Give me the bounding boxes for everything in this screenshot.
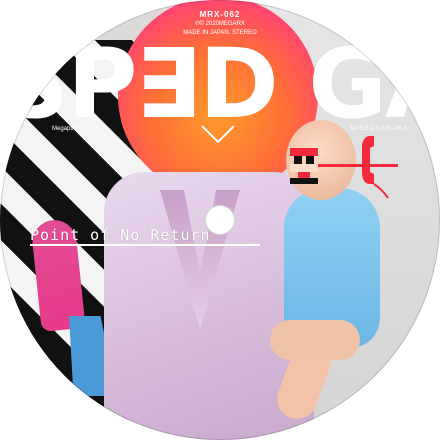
- catalog-number: MRX-062: [199, 10, 241, 19]
- telephone-icon: [362, 136, 389, 199]
- subtitle-underline: [30, 244, 260, 246]
- copyright-text: ℗© 2020MEGARX: [195, 21, 245, 27]
- cd-disc: MRX-062 ℗© 2020MEGARX MADE IN JAPAN. STE…: [0, 0, 440, 440]
- center-hole: [205, 205, 235, 235]
- track-subtitle: Point of No Return: [30, 226, 211, 244]
- chevron-down-icon: [201, 125, 235, 144]
- album-title: SP∃D GAR: [0, 28, 440, 140]
- holding-hand: [270, 320, 360, 360]
- pixel-face-icon: [290, 148, 318, 184]
- label-logo-text: Megaptrax: [52, 126, 81, 132]
